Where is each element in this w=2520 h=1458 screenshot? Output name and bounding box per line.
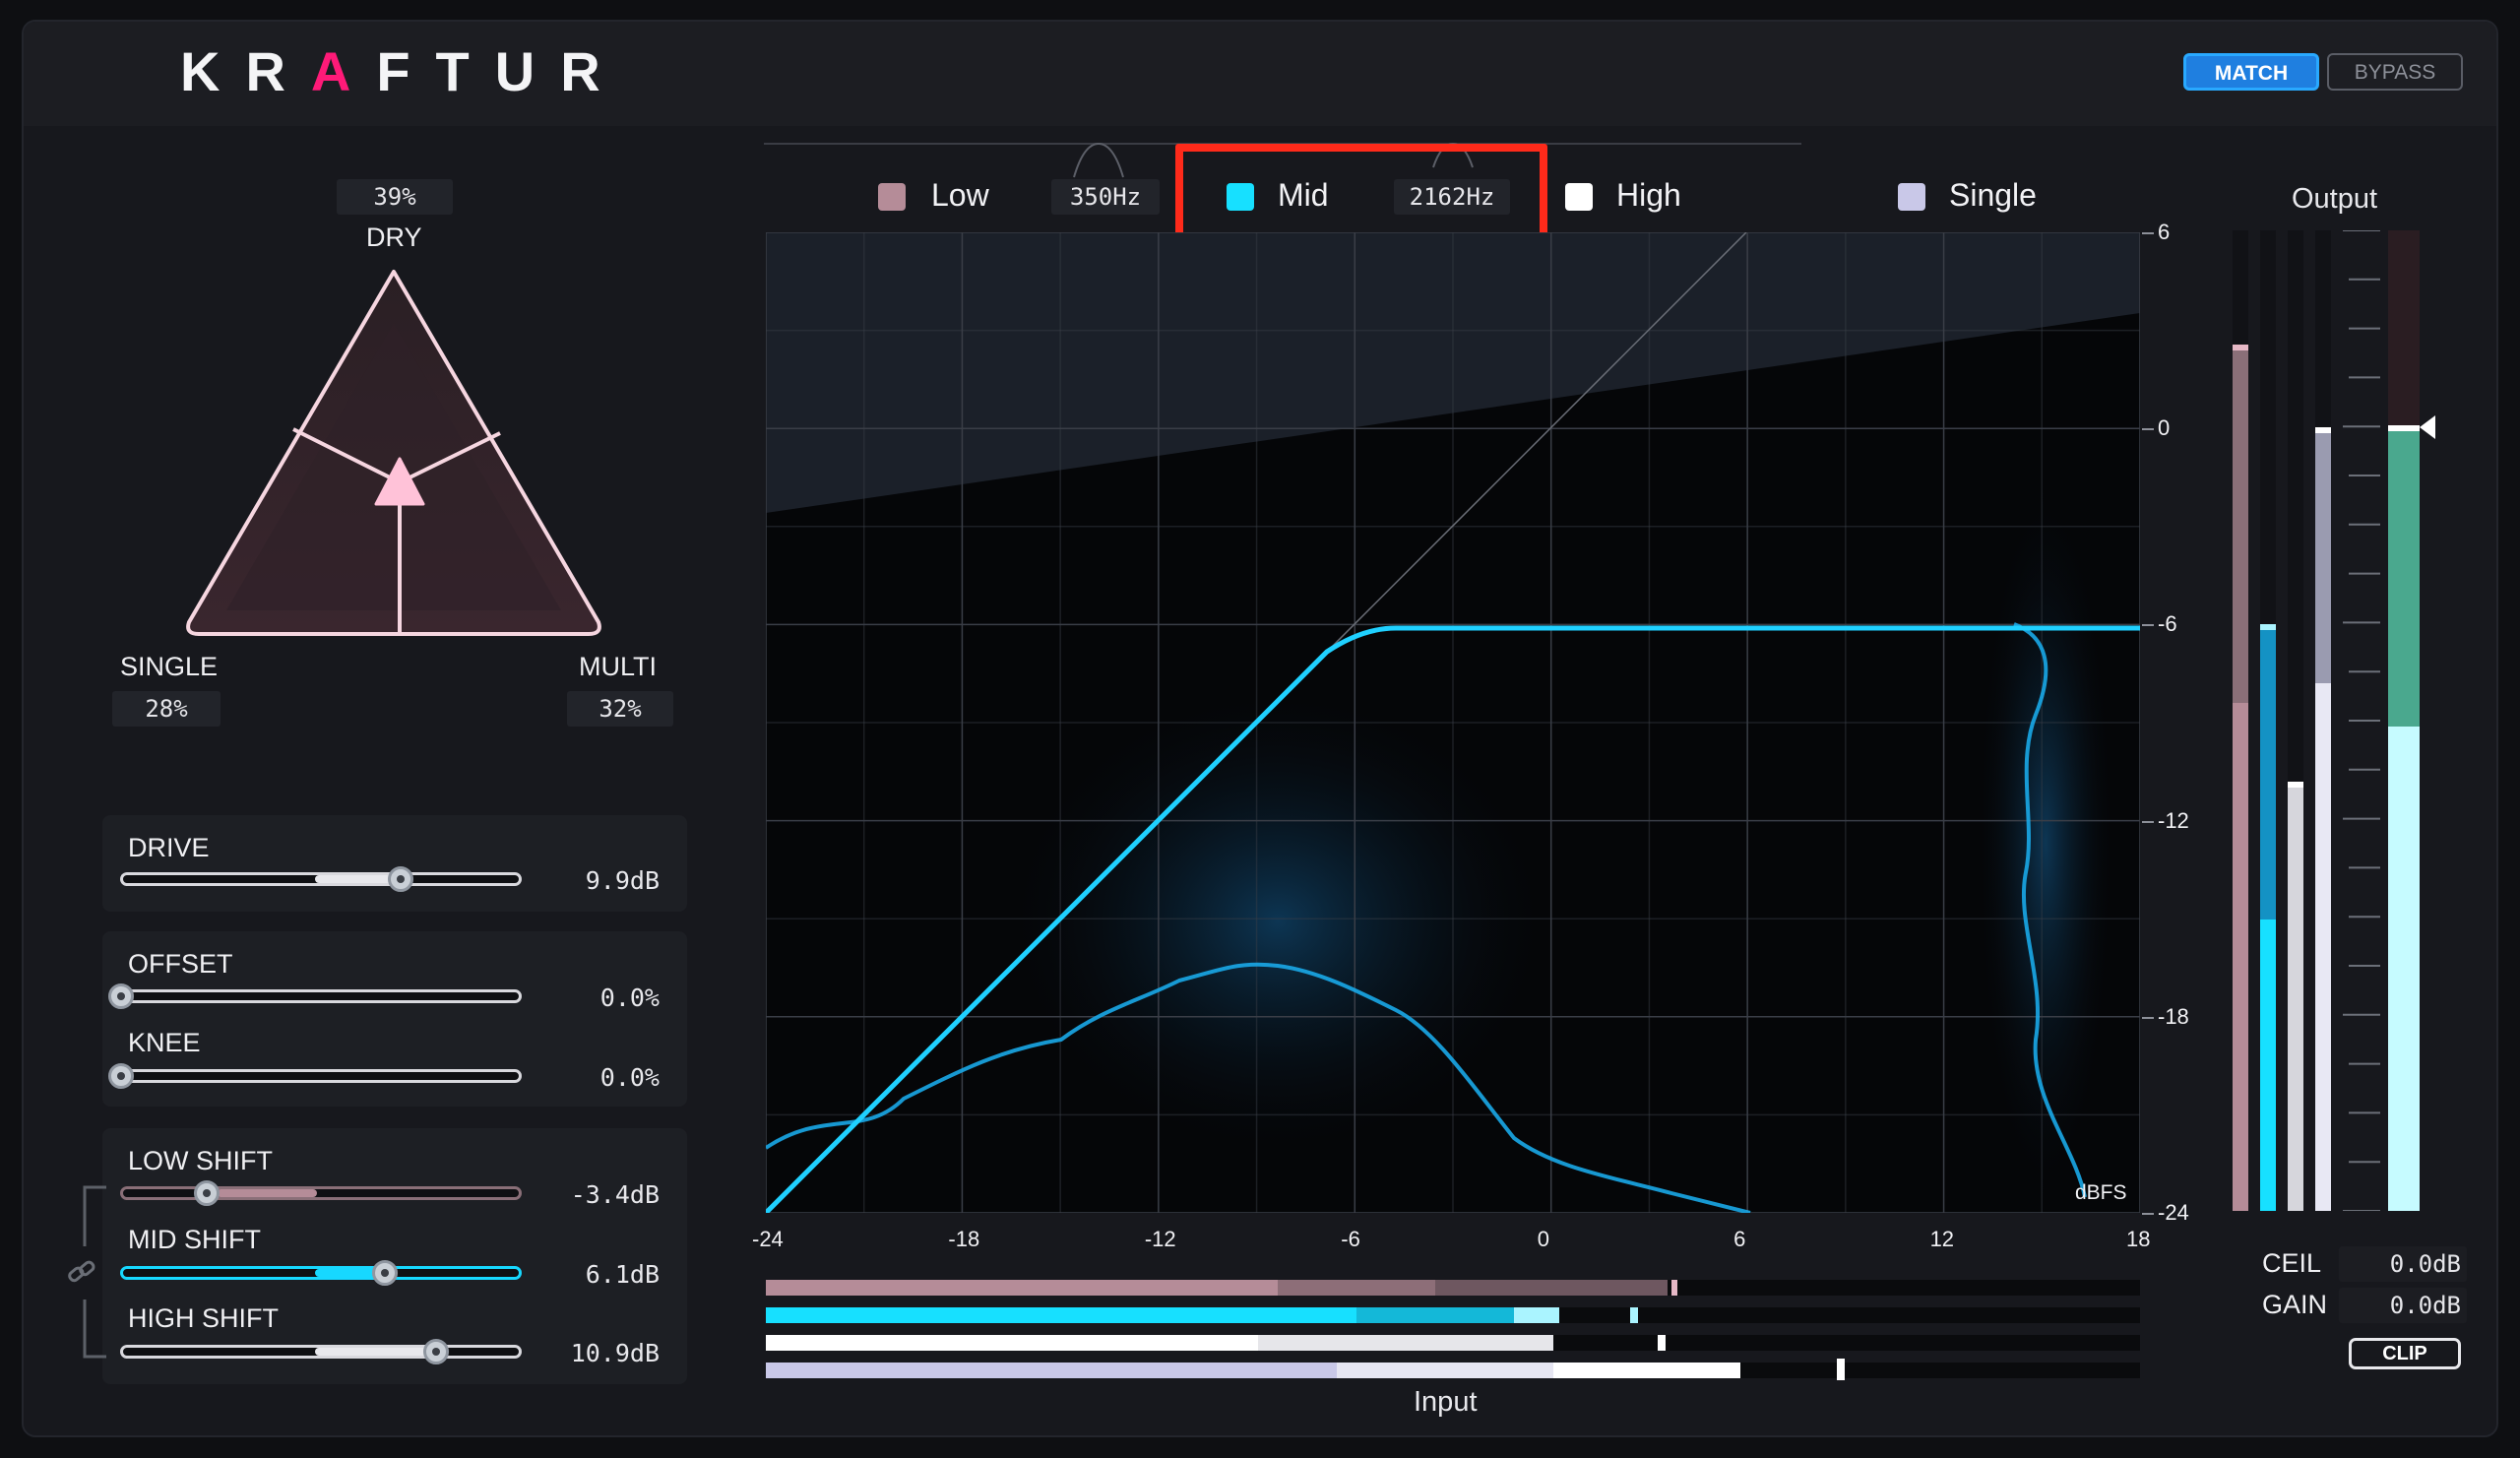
high-shift-knob[interactable] <box>423 1339 449 1364</box>
x-tick-label: -6 <box>1341 1227 1360 1251</box>
transfer-graph[interactable]: dBFS <box>766 232 2140 1213</box>
y-tick-mark <box>2142 820 2154 823</box>
output-meters <box>2233 230 2435 1211</box>
y-tick-mark <box>2142 1016 2154 1019</box>
y-tick-mark <box>2142 624 2154 627</box>
multi-value: 32% <box>567 691 673 727</box>
knee-knob[interactable] <box>108 1063 134 1089</box>
y-tick-mark <box>2142 232 2154 234</box>
high-shift-value: 10.9dB <box>570 1339 660 1367</box>
offset-label: OFFSET <box>128 949 233 979</box>
x-tick-label: -18 <box>948 1227 980 1251</box>
app-logo: KRAFTUR <box>180 40 626 102</box>
offset-slider[interactable] <box>120 989 522 1003</box>
knee-slider[interactable] <box>120 1069 522 1083</box>
drive-knob[interactable] <box>388 866 413 892</box>
single-value: 28% <box>112 691 220 727</box>
band-high-swatch <box>1565 183 1593 211</box>
low-shift-fill <box>217 1189 317 1197</box>
dbfs-unit-label: dBFS <box>2075 1181 2127 1204</box>
band-single-swatch <box>1898 183 1925 211</box>
mid-shift-knob[interactable] <box>372 1260 398 1286</box>
drive-label: DRIVE <box>128 833 210 862</box>
y-tick-mark <box>2142 428 2154 431</box>
y-tick-label: 0 <box>2158 415 2171 441</box>
multi-label: MULTI <box>579 652 657 681</box>
y-tick-label: -12 <box>2158 807 2189 833</box>
low-shift-slider[interactable] <box>120 1186 522 1200</box>
knee-value: 0.0% <box>599 1063 660 1092</box>
y-tick-label: -6 <box>2158 611 2177 637</box>
dry-label: DRY <box>366 222 422 252</box>
single-label: SINGLE <box>120 652 219 681</box>
x-tick-label: 18 <box>2126 1227 2151 1251</box>
x-tick-label: -12 <box>1144 1227 1176 1251</box>
clip-button[interactable]: CLIP <box>2349 1338 2461 1369</box>
x-tick-label: 12 <box>1929 1227 1955 1251</box>
low-shift-knob[interactable] <box>194 1180 220 1206</box>
knee-label: KNEE <box>128 1028 201 1057</box>
y-tick-label: 6 <box>2158 220 2171 244</box>
mid-band-highlight <box>1175 144 1547 246</box>
high-shift-fill <box>315 1348 435 1356</box>
input-axis-label: Input <box>1414 1386 1478 1418</box>
ceil-value[interactable]: 0.0dB <box>2339 1246 2467 1282</box>
high-shift-label: HIGH SHIFT <box>128 1303 279 1333</box>
x-tick-label: 0 <box>1537 1227 1549 1251</box>
output-label: Output <box>2292 183 2378 215</box>
drive-value: 9.9dB <box>585 866 660 895</box>
logo-accent-a: A <box>310 40 377 102</box>
offset-knob[interactable] <box>108 983 134 1009</box>
input-band-meters <box>766 1280 2140 1380</box>
band-low-swatch <box>878 183 906 211</box>
y-tick-label: -18 <box>2158 1003 2189 1029</box>
offset-value: 0.0% <box>599 983 660 1012</box>
ceil-label: CEIL <box>2262 1248 2322 1278</box>
bypass-button[interactable]: BYPASS <box>2327 53 2463 91</box>
blend-triangle[interactable] <box>177 264 610 648</box>
drive-section <box>102 815 687 912</box>
link-icon[interactable] <box>65 1256 98 1290</box>
ceiling-marker-icon[interactable] <box>2420 415 2435 439</box>
match-button[interactable]: MATCH <box>2183 53 2319 91</box>
plugin-window: KRAFTUR MATCH BYPASS 39% DRY SINGLE 28% … <box>0 0 2520 1458</box>
mid-shift-value: 6.1dB <box>585 1260 660 1289</box>
low-crossover-freq[interactable]: 350Hz <box>1051 179 1160 215</box>
x-tick-label: -24 <box>752 1227 784 1251</box>
y-tick-mark <box>2142 1213 2154 1215</box>
x-tick-label: 6 <box>1733 1227 1746 1251</box>
y-tick-label: -24 <box>2158 1200 2189 1225</box>
mid-shift-label: MID SHIFT <box>128 1225 261 1254</box>
gain-value[interactable]: 0.0dB <box>2339 1288 2467 1323</box>
gain-label: GAIN <box>2262 1290 2328 1319</box>
dry-value: 39% <box>337 179 453 215</box>
low-shift-label: LOW SHIFT <box>128 1146 273 1175</box>
low-shift-value: -3.4dB <box>570 1180 660 1209</box>
